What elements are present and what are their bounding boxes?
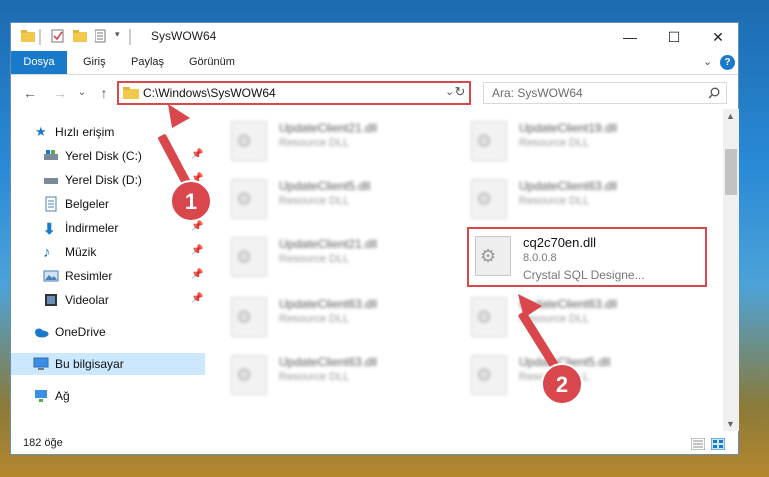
pin-icon: 📌: [191, 149, 204, 160]
status-bar: 182 öğe: [11, 433, 738, 455]
view-options-icon[interactable]: [94, 29, 111, 45]
pictures-icon: [43, 270, 59, 282]
title-bar: ▾ SysWOW64 — ☐ ✕: [11, 23, 738, 51]
file-list: ⚙ UpdateClient21.dll Resource DLL ⚙ Upda…: [223, 115, 721, 430]
up-button[interactable]: ↑: [95, 83, 113, 103]
help-icon[interactable]: ?: [720, 55, 735, 70]
star-icon: ★: [35, 124, 47, 139]
expand-ribbon-icon[interactable]: ⌄: [693, 51, 722, 74]
gear-icon: ⚙: [236, 247, 253, 267]
minimize-button[interactable]: —: [608, 23, 652, 51]
scroll-down-icon[interactable]: ▼: [726, 419, 735, 429]
file-item[interactable]: ⚙ UpdateClient21.dll Resource DLL: [223, 115, 453, 167]
gear-icon: ⚙: [476, 365, 493, 385]
annotation-arrowhead-2: [518, 294, 542, 318]
target-dll-file[interactable]: ⚙ cq2c70en.dll 8.0.0.8 Crystal SQL Desig…: [467, 227, 707, 287]
address-path: C:\Windows\SysWOW64: [143, 86, 276, 100]
file-item[interactable]: ⚙ UpdateClient5.dll Resource DLL: [223, 173, 453, 225]
sidebar-item-music[interactable]: ♪ Müzik 📌: [11, 241, 205, 263]
tab-file[interactable]: Dosya: [11, 51, 67, 74]
navigation-bar: ← → ⌄ ↑ C:\Windows\SysWOW64 ⌄ ↻ Ara: Sys…: [11, 79, 738, 107]
recent-locations-button[interactable]: ⌄: [73, 83, 91, 103]
sidebar-item-pictures[interactable]: Resimler 📌: [11, 265, 205, 287]
maximize-button[interactable]: ☐: [652, 23, 696, 51]
customize-toolbar-icon[interactable]: ▾: [115, 29, 125, 45]
back-button[interactable]: ←: [21, 83, 39, 103]
gear-icon: ⚙: [236, 365, 253, 385]
search-input[interactable]: Ara: SysWOW64: [483, 82, 727, 104]
file-item[interactable]: ⚙ UpdateClient63.dll Resource DLL: [463, 291, 693, 343]
gear-icon: ⚙: [476, 131, 493, 151]
sidebar-item-onedrive[interactable]: OneDrive: [11, 321, 205, 343]
search-placeholder: Ara: SysWOW64: [492, 86, 583, 100]
annotation-arrowhead-1: [168, 104, 190, 128]
file-item[interactable]: ⚙ UpdateClient63.dll Resource DLL: [223, 291, 453, 343]
tab-home[interactable]: Giriş: [73, 51, 116, 74]
sidebar-item-videos[interactable]: Videolar 📌: [11, 289, 205, 311]
network-icon: [35, 390, 47, 402]
step-badge-1: 1: [170, 180, 212, 222]
explorer-window: ▾ SysWOW64 — ☐ ✕ Dosya Giriş Paylaş Görü…: [10, 22, 739, 455]
title-divider: [39, 29, 41, 45]
scroll-up-icon[interactable]: ▲: [726, 111, 735, 121]
properties-icon[interactable]: [51, 29, 65, 45]
target-file-name: cq2c70en.dll: [523, 235, 596, 250]
gear-icon: ⚙: [480, 246, 497, 266]
file-item[interactable]: ⚙ UpdateClient63.dll Resource DLL: [463, 173, 693, 225]
gear-icon: ⚙: [476, 189, 493, 209]
target-file-version: 8.0.0.8: [523, 252, 557, 264]
music-icon: ♪: [43, 244, 51, 261]
tab-view[interactable]: Görünüm: [179, 51, 245, 74]
sidebar-item-this-pc[interactable]: Bu bilgisayar: [11, 353, 205, 375]
new-folder-icon[interactable]: [73, 29, 87, 45]
drive-icon: [44, 178, 58, 184]
title-divider-2: [129, 29, 131, 45]
pin-icon: 📌: [191, 221, 204, 232]
cloud-icon: [35, 328, 49, 338]
step-badge-2: 2: [541, 363, 583, 405]
vertical-scrollbar[interactable]: ▲ ▼: [723, 109, 739, 431]
pin-icon: 📌: [191, 245, 204, 256]
search-icon: [708, 87, 720, 99]
large-icons-view-icon[interactable]: [711, 438, 725, 450]
download-icon: ⬇: [43, 221, 56, 238]
window-title: SysWOW64: [151, 29, 217, 43]
sidebar-item-downloads[interactable]: ⬇ İndirmeler 📌: [11, 217, 205, 239]
sidebar-item-network[interactable]: Ağ: [11, 385, 205, 407]
computer-icon: [33, 357, 49, 370]
target-file-description: Crystal SQL Designe...: [523, 268, 645, 282]
pin-icon: 📌: [191, 293, 204, 304]
item-count: 182 öğe: [23, 437, 63, 449]
gear-icon: ⚙: [476, 307, 493, 327]
file-item[interactable]: ⚙ UpdateClient63.dll Resource DLL: [223, 349, 453, 401]
tab-share[interactable]: Paylaş: [121, 51, 174, 74]
close-button[interactable]: ✕: [696, 23, 740, 51]
folder-icon: [21, 29, 35, 45]
drive-icon: [44, 150, 58, 160]
ribbon-tabs: Dosya Giriş Paylaş Görünüm ⌄ ?: [11, 51, 738, 75]
refresh-icon[interactable]: ↻: [451, 84, 469, 102]
address-folder-icon: [123, 87, 139, 99]
pin-icon: 📌: [191, 269, 204, 280]
document-icon: [45, 196, 57, 212]
file-item[interactable]: ⚙ UpdateClient19.dll Resource DLL: [463, 115, 693, 167]
video-icon: [45, 294, 57, 306]
gear-icon: ⚙: [236, 189, 253, 209]
file-item[interactable]: ⚙ UpdateClient21.dll Resource DLL: [223, 231, 453, 283]
details-view-icon[interactable]: [691, 438, 705, 450]
gear-icon: ⚙: [236, 131, 253, 151]
gear-icon: ⚙: [236, 307, 253, 327]
forward-button[interactable]: →: [51, 83, 69, 103]
scroll-thumb[interactable]: [725, 149, 737, 195]
